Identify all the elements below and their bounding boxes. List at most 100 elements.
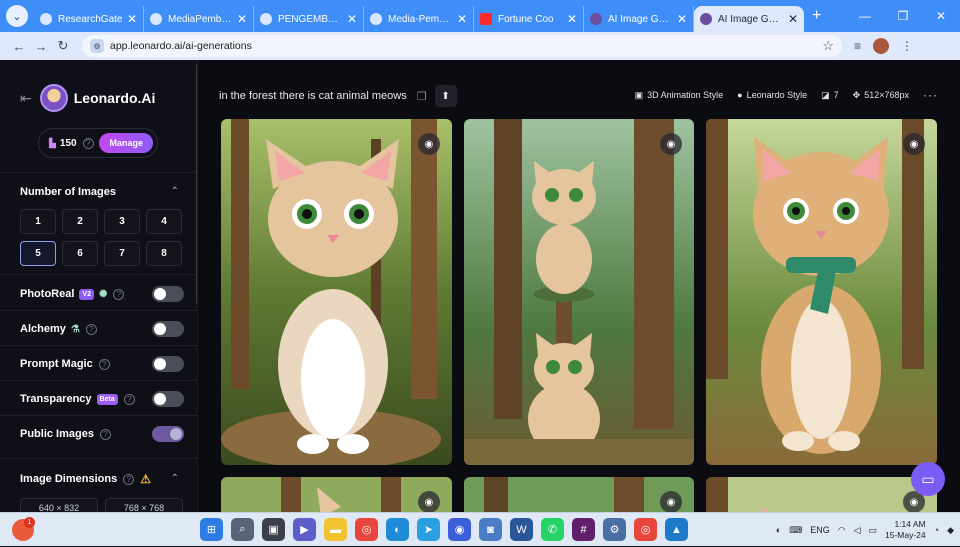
photoreal-toggle[interactable] — [152, 286, 184, 302]
help-icon[interactable]: ? — [98, 358, 110, 370]
help-icon[interactable]: ? — [123, 393, 135, 405]
eye-icon[interactable]: ◉ — [660, 133, 682, 155]
dimension-option[interactable]: 640 × 832 — [20, 498, 98, 512]
chevron-up-icon[interactable]: ⌃ — [171, 473, 179, 484]
close-icon[interactable]: ✕ — [457, 12, 467, 26]
teams-icon[interactable]: ▶ — [293, 518, 316, 541]
bookmark-star-icon[interactable]: ☆ — [822, 38, 834, 54]
site-settings-icon[interactable]: ⚙ — [90, 39, 104, 53]
battery-icon[interactable]: ▭ — [868, 525, 877, 536]
copy-icon[interactable]: ❐ — [417, 90, 427, 103]
public-images-toggle[interactable] — [152, 426, 184, 442]
browser-tab[interactable]: Media-Pembela ✕ — [364, 6, 474, 32]
notifications-icon[interactable]: ◔ — [934, 525, 939, 535]
images-count-option[interactable]: 1 — [20, 209, 56, 234]
generated-image[interactable]: ◉ — [464, 477, 694, 512]
more-options-icon[interactable]: ··· — [923, 88, 938, 102]
close-icon[interactable]: ✕ — [567, 12, 577, 26]
images-count-option[interactable]: 2 — [62, 209, 98, 234]
generated-image[interactable]: ◉ — [464, 119, 694, 465]
notification-app-icon[interactable] — [12, 517, 35, 541]
language-indicator[interactable]: ENG — [810, 525, 830, 535]
help-icon[interactable]: ? — [99, 428, 111, 440]
images-count-option-selected[interactable]: 5 — [20, 241, 56, 266]
eye-icon[interactable]: ◉ — [903, 133, 925, 155]
browser-tab-active[interactable]: AI Image Genera✕ — [694, 6, 804, 32]
collapse-sidebar-icon[interactable]: ⇤ — [20, 90, 32, 107]
images-count-option[interactable]: 6 — [62, 241, 98, 266]
search-icon[interactable]: ⌕ — [231, 518, 254, 541]
generated-image[interactable]: ◉ — [706, 477, 937, 512]
extensions-menu-icon[interactable]: ≡ — [854, 39, 861, 53]
browser-tab[interactable]: MediaPembelaj ✕ — [144, 6, 254, 32]
new-tab-button[interactable]: + — [812, 7, 821, 25]
word-icon[interactable]: W — [510, 518, 533, 541]
help-icon[interactable]: ? — [113, 288, 125, 300]
chevron-up-icon[interactable]: ⌃ — [171, 186, 179, 197]
images-count-option[interactable]: 8 — [146, 241, 182, 266]
prompt-magic-toggle[interactable] — [152, 356, 184, 372]
clock[interactable]: 1:14 AM 15-May-24 — [885, 519, 926, 541]
ms-store-icon[interactable]: ◙ — [479, 518, 502, 541]
app-icon[interactable]: ▲ — [665, 518, 688, 541]
slack-icon[interactable]: # — [572, 518, 595, 541]
whatsapp-icon[interactable]: ✆ — [541, 518, 564, 541]
transparency-label: Transparency — [20, 393, 92, 405]
manage-button[interactable]: Manage — [99, 133, 153, 153]
reuse-prompt-button[interactable]: ⬆ — [434, 85, 457, 107]
edge-icon[interactable]: ◐ — [386, 518, 409, 541]
back-arrow-icon[interactable]: ← — [8, 39, 30, 54]
eye-icon[interactable]: ◉ — [660, 491, 682, 512]
minimize-icon[interactable]: — — [846, 9, 884, 23]
close-window-icon[interactable]: ✕ — [922, 9, 960, 23]
eye-icon[interactable]: ◉ — [418, 133, 440, 155]
images-count-option[interactable]: 3 — [104, 209, 140, 234]
help-icon[interactable]: ? — [85, 323, 97, 335]
zoom-icon[interactable]: ◉ — [448, 518, 471, 541]
browser-menu-icon[interactable]: ⋮ — [901, 39, 913, 53]
help-icon[interactable]: ? — [82, 137, 94, 149]
wifi-icon[interactable]: ◠ — [838, 525, 846, 536]
alchemy-toggle[interactable] — [152, 321, 184, 337]
sidebar-scrollbar[interactable] — [196, 64, 197, 304]
images-count-option[interactable]: 7 — [104, 241, 140, 266]
forward-arrow-icon[interactable]: → — [30, 39, 52, 54]
generated-image[interactable]: ◉ — [706, 119, 937, 465]
images-count-option[interactable]: 4 — [146, 209, 182, 234]
file-explorer-icon[interactable]: ▬ — [324, 518, 347, 541]
browser-tab[interactable]: Fortune Coo ✕ — [474, 6, 584, 32]
task-view-icon[interactable]: ▣ — [262, 518, 285, 541]
close-icon[interactable]: ✕ — [127, 12, 137, 26]
start-icon[interactable]: ⊞ — [200, 518, 223, 541]
restore-icon[interactable]: ❐ — [884, 9, 922, 23]
chrome-icon[interactable]: ◎ — [355, 518, 378, 541]
transparency-option: Transparency Beta ? — [20, 389, 184, 409]
reload-icon[interactable]: ↻ — [52, 38, 74, 54]
keyboard-icon[interactable]: ⌨ — [789, 525, 802, 536]
browser-tab[interactable]: AI Image Genera✕ — [584, 6, 694, 32]
browser-tab[interactable]: PENGEMBANGA✕ — [254, 6, 364, 32]
generated-image[interactable]: ◉ — [221, 477, 452, 512]
chrome-profile-icon[interactable]: ◎ — [634, 518, 657, 541]
telegram-icon[interactable]: ➤ — [417, 518, 440, 541]
help-icon[interactable]: ? — [123, 473, 135, 485]
url-text: app.leonardo.ai/ai-generations — [110, 40, 252, 52]
tab-search-icon[interactable]: ⌄ — [6, 5, 28, 27]
close-icon[interactable]: ✕ — [677, 12, 687, 26]
volume-icon[interactable]: ◁ — [854, 525, 861, 536]
chat-support-button[interactable]: ▭ — [911, 462, 945, 496]
generated-image[interactable]: ◉ — [221, 119, 452, 465]
transparency-toggle[interactable] — [152, 391, 184, 407]
close-icon[interactable]: ✕ — [347, 12, 357, 26]
copilot-icon[interactable]: ◆ — [947, 525, 954, 536]
windows-taskbar: ⊞ ⌕ ▣ ▶ ▬ ◎ ◐ ➤ ◉ ◙ W ✆ # ⚙ ◎ ▲ ◐ ⌨ ENG … — [0, 512, 960, 546]
tray-app-icon[interactable]: ◐ — [776, 525, 781, 535]
close-icon[interactable]: ✕ — [237, 12, 247, 26]
eye-icon[interactable]: ◉ — [418, 491, 440, 512]
browser-tab[interactable]: ResearchGate ✕ — [34, 6, 144, 32]
profile-avatar[interactable] — [873, 38, 890, 54]
address-bar[interactable]: ⚙ app.leonardo.ai/ai-generations ☆ — [82, 35, 842, 57]
close-icon[interactable]: ✕ — [788, 12, 798, 26]
dimension-option[interactable]: 768 × 768 — [105, 498, 183, 512]
settings-icon[interactable]: ⚙ — [603, 518, 626, 541]
